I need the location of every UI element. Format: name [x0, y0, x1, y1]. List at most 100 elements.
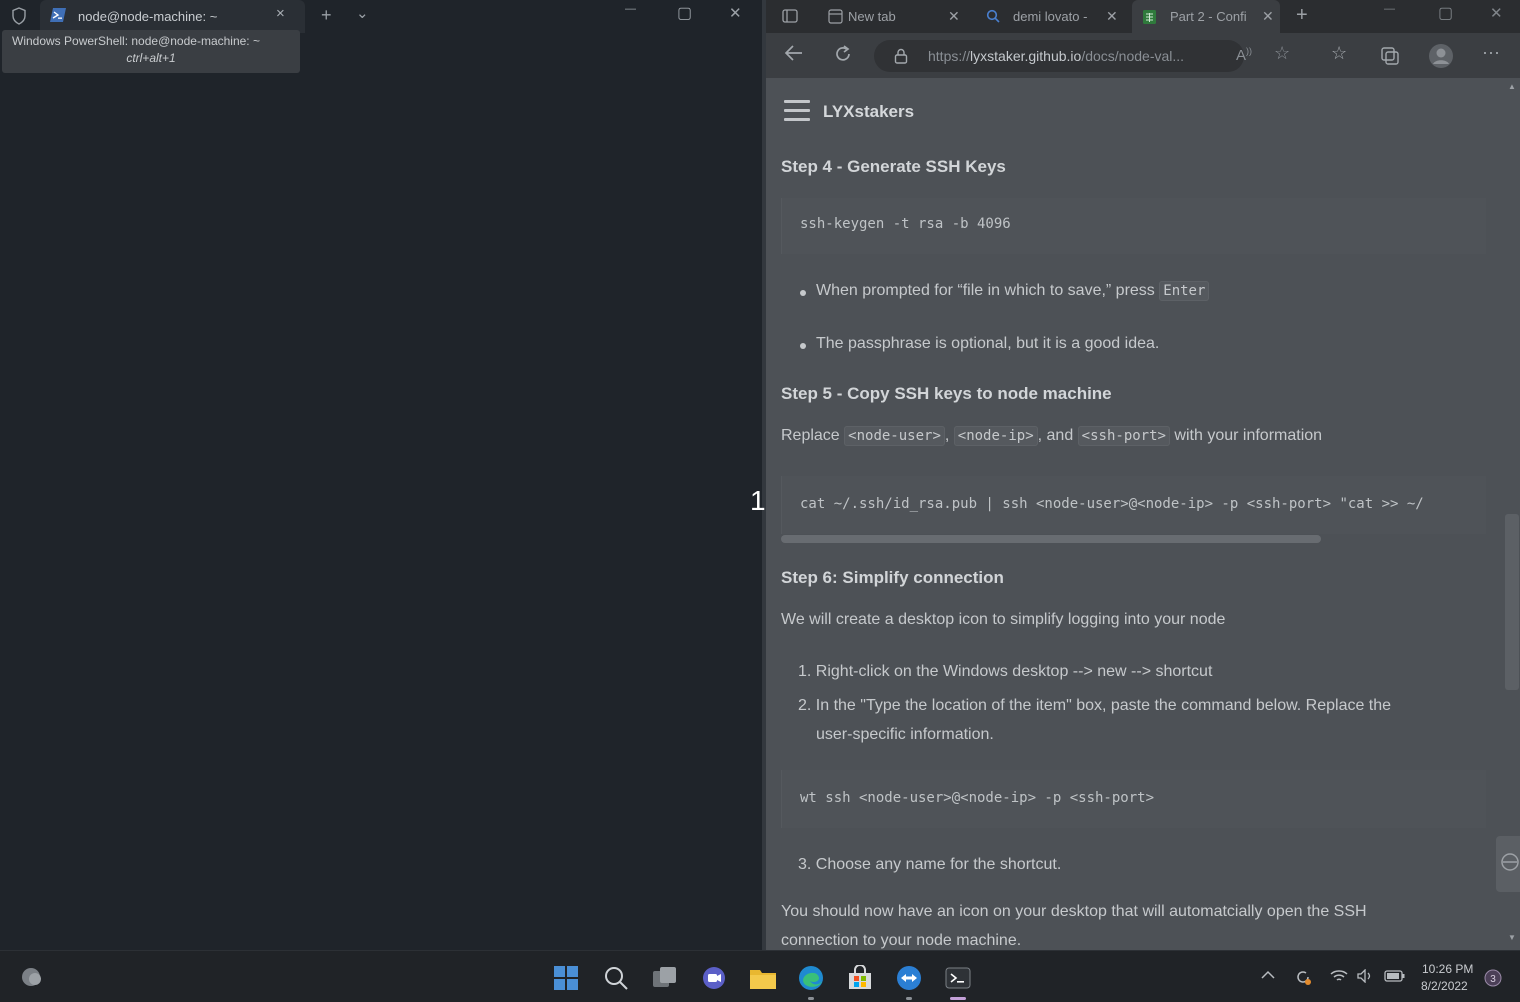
- list-item: 1. Right-click on the Windows desktop --…: [798, 663, 1213, 680]
- url-input[interactable]: https://lyxstaker.github.io/docs/node-va…: [874, 40, 1244, 72]
- tab-label: New tab: [848, 9, 896, 24]
- browser-window[interactable]: New tab ✕ demi lovato - ✕ Part 2 - Confi…: [766, 0, 1520, 950]
- powershell-icon: [50, 8, 66, 27]
- chat-icon[interactable]: [701, 965, 727, 991]
- code-text: cat ~/.ssh/id_rsa.pub | ssh <node-user>@…: [800, 496, 1424, 512]
- search-icon: [986, 9, 1001, 27]
- tab-label: Part 2 - Confi: [1170, 9, 1247, 24]
- shield-icon: [11, 7, 27, 30]
- address-bar-row: https://lyxstaker.github.io/docs/node-va…: [766, 33, 1520, 78]
- profile-avatar-icon[interactable]: [1428, 43, 1454, 74]
- close-window-button[interactable]: ✕: [729, 4, 742, 22]
- tab-search[interactable]: demi lovato - ✕: [982, 0, 1130, 33]
- teamviewer-icon[interactable]: [896, 965, 922, 991]
- collections-icon[interactable]: [1380, 46, 1400, 71]
- site-header: LYXstakers: [766, 78, 1506, 146]
- refresh-icon[interactable]: [833, 44, 853, 69]
- notification-badge-icon[interactable]: 3: [1484, 969, 1502, 992]
- new-tab-button[interactable]: +: [1296, 4, 1308, 27]
- maximize-button[interactable]: ▢: [1438, 3, 1453, 23]
- sync-icon[interactable]: [1294, 968, 1312, 989]
- scrollbar-thumb[interactable]: [1505, 514, 1519, 690]
- terminal-window[interactable]: node@node-machine: ~ × + ⌄ — ▢ ✕ Windows…: [0, 0, 762, 950]
- bullet-text: When prompted for “file in which to save…: [816, 281, 1210, 301]
- list-item: 3. Choose any name for the shortcut.: [798, 856, 1062, 873]
- bullet-text: The passphrase is optional, but it is a …: [816, 335, 1160, 352]
- step5-heading: Step 5 - Copy SSH keys to node machine: [781, 384, 1112, 403]
- closing-paragraph: You should now have an icon on your desk…: [781, 903, 1367, 920]
- favorites-icon[interactable]: ☆: [1331, 43, 1347, 64]
- tab-dropdown-button[interactable]: ⌄: [356, 4, 369, 22]
- replace-paragraph: Replace <node-user>, <node-ip>, and <ssh…: [781, 426, 1323, 446]
- lock-icon: [894, 48, 908, 69]
- close-icon[interactable]: ✕: [948, 8, 960, 25]
- minimize-button[interactable]: —: [625, 3, 636, 15]
- battery-icon[interactable]: [1384, 969, 1406, 986]
- new-tab-button[interactable]: +: [321, 5, 332, 26]
- tab-part-2[interactable]: Part 2 - Confi ✕: [1132, 0, 1280, 33]
- code-block-keygen: ssh-keygen -t rsa -b 4096: [781, 198, 1486, 254]
- scroll-up-icon[interactable]: ▲: [1508, 82, 1516, 91]
- code-text: wt ssh <node-user>@<node-ip> -p <ssh-por…: [800, 790, 1155, 806]
- minimize-button[interactable]: —: [1384, 3, 1395, 15]
- code-horizontal-scrollbar[interactable]: [781, 535, 1321, 543]
- step6-heading: Step 6: Simplify connection: [781, 568, 1004, 587]
- menu-icon[interactable]: [784, 100, 810, 127]
- step4-heading: Step 4 - Generate SSH Keys: [781, 157, 1006, 176]
- tooltip-shortcut: ctrl+alt+1: [126, 51, 176, 65]
- microsoft-store-icon[interactable]: [847, 964, 873, 991]
- clock-date[interactable]: 8/2/2022: [1421, 979, 1468, 993]
- search-icon[interactable]: [603, 965, 629, 991]
- chevron-up-icon[interactable]: [1261, 967, 1275, 983]
- bullet-dot: [800, 343, 806, 349]
- tab-new-tab[interactable]: New tab ✕: [822, 0, 970, 33]
- new-tab-icon: [828, 9, 843, 27]
- site-name[interactable]: LYXstakers: [823, 102, 914, 122]
- close-icon[interactable]: ✕: [1262, 8, 1274, 25]
- bullet-dot: [800, 290, 806, 296]
- wifi-icon[interactable]: [1330, 969, 1348, 986]
- browser-tab-strip: New tab ✕ demi lovato - ✕ Part 2 - Confi…: [766, 0, 1520, 33]
- close-tab-button[interactable]: ×: [276, 5, 285, 22]
- closing-paragraph: connection to your node machine.: [781, 932, 1022, 949]
- terminal-titlebar: node@node-machine: ~ × + ⌄ — ▢ ✕: [0, 0, 762, 33]
- tab-actions-icon[interactable]: [782, 8, 798, 29]
- tab-label: demi lovato -: [1013, 9, 1088, 24]
- running-indicator: [906, 997, 912, 1000]
- terminal-tab-title: node@node-machine: ~: [78, 9, 218, 24]
- start-windows-icon[interactable]: [553, 965, 579, 991]
- file-explorer-icon[interactable]: [749, 965, 776, 991]
- active-indicator: [950, 997, 966, 1000]
- add-favorite-icon[interactable]: ☆: [1274, 43, 1290, 64]
- edge-browser-icon[interactable]: [798, 965, 824, 991]
- url-text: https://lyxstaker.github.io/docs/node-va…: [928, 48, 1185, 64]
- task-view-icon[interactable]: [652, 965, 678, 991]
- scroll-down-icon[interactable]: ▼: [1508, 933, 1516, 942]
- close-icon[interactable]: ✕: [1106, 8, 1118, 25]
- tooltip-title: Windows PowerShell: node@node-machine: ~: [12, 34, 260, 48]
- running-indicator: [808, 997, 814, 1000]
- clock-time[interactable]: 10:26 PM: [1422, 962, 1473, 976]
- step6-intro: We will create a desktop icon to simplif…: [781, 611, 1226, 628]
- svg-text:3: 3: [1490, 974, 1496, 985]
- list-item: 2. In the "Type the location of the item…: [798, 697, 1392, 714]
- terminal-app-icon[interactable]: [945, 965, 971, 991]
- code-text: ssh-keygen -t rsa -b 4096: [800, 216, 1011, 232]
- volume-icon[interactable]: [1357, 968, 1375, 986]
- weather-icon[interactable]: [20, 966, 44, 993]
- sheet-icon: [1142, 9, 1157, 28]
- code-block-wt-ssh: wt ssh <node-user>@<node-ip> -p <ssh-por…: [781, 770, 1486, 828]
- maximize-button[interactable]: ▢: [677, 3, 692, 23]
- more-menu-icon[interactable]: ···: [1482, 42, 1500, 63]
- terminal-tab[interactable]: node@node-machine: ~ ×: [40, 0, 305, 33]
- code-block-copy-keys: cat ~/.ssh/id_rsa.pub | ssh <node-user>@…: [781, 476, 1486, 534]
- web-page: LYXstakers Step 4 - Generate SSH Keys ss…: [766, 78, 1520, 950]
- tab-tooltip: Windows PowerShell: node@node-machine: ~…: [2, 30, 300, 73]
- read-aloud-icon[interactable]: A)): [1236, 46, 1252, 64]
- split-indicator: 1: [750, 485, 766, 516]
- taskbar: 10:26 PM 8/2/2022 3: [0, 950, 1520, 1002]
- list-item-continued: user-specific information.: [816, 726, 994, 743]
- side-panel-widget-icon[interactable]: [1496, 836, 1520, 892]
- back-arrow-icon[interactable]: [784, 44, 804, 67]
- close-window-button[interactable]: ✕: [1490, 4, 1503, 22]
